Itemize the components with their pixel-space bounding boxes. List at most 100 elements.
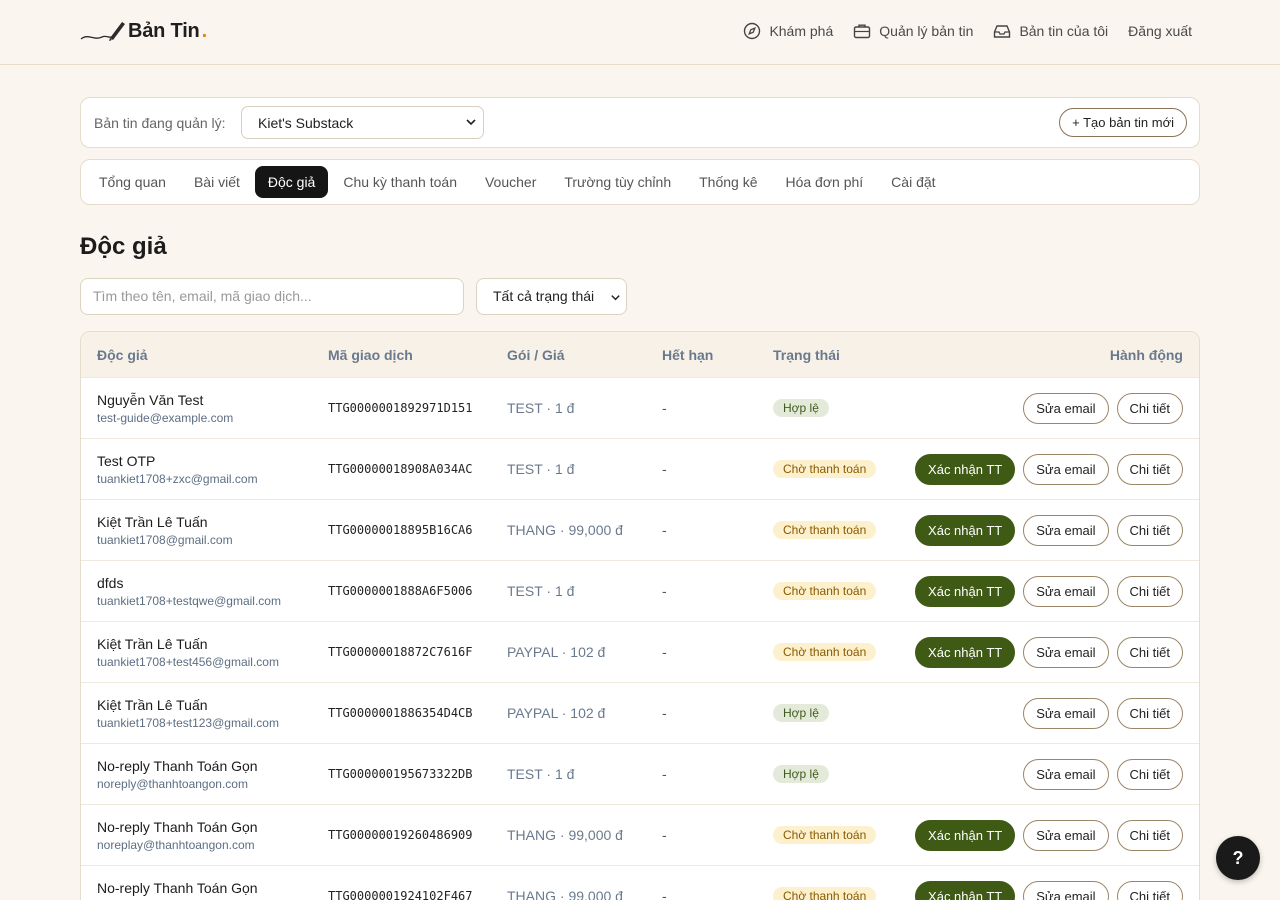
table-row: No-reply Thanh Toán Gọn TTG0000001924102F… <box>81 865 1199 900</box>
edit-email-button[interactable]: Sửa email <box>1023 576 1109 607</box>
column-header-txn: Mã giao dịch <box>328 347 413 363</box>
edit-email-button[interactable]: Sửa email <box>1023 515 1109 546</box>
edit-email-button[interactable]: Sửa email <box>1023 881 1109 900</box>
expiry-date: - <box>662 705 667 721</box>
create-newsletter-button[interactable]: + Tạo bản tin mới <box>1059 108 1187 137</box>
edit-email-button[interactable]: Sửa email <box>1023 637 1109 668</box>
table-row: No-reply Thanh Toán Gọn noreply@thanhtoan… <box>81 743 1199 804</box>
table-row: No-reply Thanh Toán Gọn noreplay@thanhtoa… <box>81 804 1199 865</box>
reader-email: noreply@thanhtoangon.com <box>97 777 248 791</box>
expiry-date: - <box>662 888 667 900</box>
section-tabs: Tổng quan Bài viết Độc giả Chu kỳ thanh toá… <box>80 159 1200 205</box>
edit-email-button[interactable]: Sửa email <box>1023 820 1109 851</box>
detail-button[interactable]: Chi tiết <box>1116 698 1183 729</box>
newsletter-manager-card: Bản tin đang quản lý: Kiet's Substack + … <box>80 97 1200 148</box>
nav-manage-newsletter[interactable]: Quản lý bản tin <box>853 22 973 40</box>
table-header: Độc giả Mã giao dịch Gói / Giá Hết hạn T… <box>81 332 1199 377</box>
nav-logout-label: Đăng xuất <box>1128 23 1192 39</box>
reader-name: dfds <box>97 575 124 591</box>
reader-name: Test OTP <box>97 453 156 469</box>
reader-name: No-reply Thanh Toán Gọn <box>97 880 258 896</box>
table-row: Kiệt Trần Lê Tuấn tuankiet1708@gmail.com T… <box>81 499 1199 560</box>
confirm-payment-button[interactable]: Xác nhận TT <box>915 454 1016 485</box>
column-header-plan: Gói / Giá <box>507 347 565 363</box>
edit-email-button[interactable]: Sửa email <box>1023 698 1109 729</box>
reader-name: Kiệt Trần Lê Tuấn <box>97 697 208 713</box>
readers-table: Độc giả Mã giao dịch Gói / Giá Hết hạn T… <box>80 331 1200 900</box>
newsletter-select[interactable]: Kiet's Substack <box>241 106 484 139</box>
help-button[interactable]: ? <box>1216 836 1260 880</box>
confirm-payment-button[interactable]: Xác nhận TT <box>915 637 1016 668</box>
row-actions: Xác nhận TT Sửa email Chi tiết <box>915 881 1183 900</box>
brand-name: Bản Tin <box>128 19 200 42</box>
reader-name: Kiệt Trần Lê Tuấn <box>97 514 208 530</box>
search-input[interactable]: Tìm theo tên, email, mã giao dịch... <box>80 278 464 315</box>
top-bar: Bản Tin. Khám phá Quản lý bản tin Bản ti… <box>0 0 1280 65</box>
confirm-payment-button[interactable]: Xác nhận TT <box>915 576 1016 607</box>
transaction-code: TTG00000018872C7616F <box>328 645 473 659</box>
confirm-payment-button[interactable]: Xác nhận TT <box>915 820 1016 851</box>
status-filter-select[interactable]: Tất cả trạng thái <box>476 278 627 315</box>
detail-button[interactable]: Chi tiết <box>1116 881 1183 900</box>
detail-button[interactable]: Chi tiết <box>1116 515 1183 546</box>
status-filter-value: Tất cả trạng thái <box>493 288 595 304</box>
tab-item[interactable]: Chu kỳ thanh toán <box>330 166 470 198</box>
nav-explore-label: Khám phá <box>769 23 834 39</box>
table-row: dfds tuankiet1708+testqwe@gmail.com TTG000… <box>81 560 1199 621</box>
status-badge: Chờ thanh toán <box>773 643 877 661</box>
detail-button[interactable]: Chi tiết <box>1116 820 1183 851</box>
reader-email: tuankiet1708+test123@gmail.com <box>97 716 279 730</box>
nav-manage-label: Quản lý bản tin <box>879 23 974 39</box>
detail-button[interactable]: Chi tiết <box>1116 393 1183 424</box>
transaction-code: TTG00000018908A034AC <box>328 462 473 476</box>
edit-email-button[interactable]: Sửa email <box>1023 454 1109 485</box>
newsletter-manager-label: Bản tin đang quản lý: <box>94 115 226 131</box>
chevron-down-icon <box>611 295 620 301</box>
brand-logo[interactable]: Bản Tin. <box>80 19 207 43</box>
tab-item[interactable]: Bài viết <box>181 166 253 198</box>
plan-price: TEST · 1 đ <box>507 766 575 782</box>
tab-item[interactable]: Thống kê <box>686 166 770 198</box>
column-header-reader: Độc giả <box>97 347 148 363</box>
compass-icon <box>744 22 761 40</box>
briefcase-icon <box>854 24 871 39</box>
plan-price: PAYPAL · 102 đ <box>507 705 606 721</box>
detail-button[interactable]: Chi tiết <box>1116 759 1183 790</box>
confirm-payment-button[interactable]: Xác nhận TT <box>915 515 1016 546</box>
reader-email: tuankiet1708+zxc@gmail.com <box>97 472 258 486</box>
row-actions: Xác nhận TT Sửa email Chi tiết <box>915 576 1183 607</box>
status-badge: Chờ thanh toán <box>773 582 877 600</box>
tab-item[interactable]: Voucher <box>472 166 549 198</box>
plan-price: TEST · 1 đ <box>507 461 575 477</box>
row-actions: Xác nhận TT Sửa email Chi tiết <box>915 820 1183 851</box>
row-actions: Sửa email Chi tiết <box>1023 759 1183 790</box>
detail-button[interactable]: Chi tiết <box>1116 637 1183 668</box>
tab-item[interactable]: Trường tùy chỉnh <box>551 166 684 198</box>
status-badge: Hợp lệ <box>773 399 829 417</box>
transaction-code: TTG0000001888A6F5006 <box>328 584 473 598</box>
tab-item[interactable]: Tổng quan <box>86 166 179 198</box>
status-badge: Hợp lệ <box>773 765 829 783</box>
plan-price: PAYPAL · 102 đ <box>507 644 606 660</box>
table-row: Test OTP tuankiet1708+zxc@gmail.com TTG000… <box>81 438 1199 499</box>
detail-button[interactable]: Chi tiết <box>1116 576 1183 607</box>
edit-email-button[interactable]: Sửa email <box>1023 393 1109 424</box>
detail-button[interactable]: Chi tiết <box>1116 454 1183 485</box>
nav-logout[interactable]: Đăng xuất <box>1128 23 1192 39</box>
confirm-payment-button[interactable]: Xác nhận TT <box>915 881 1016 900</box>
status-badge: Chờ thanh toán <box>773 521 877 539</box>
plan-price: THANG · 99,000 đ <box>507 888 623 900</box>
plan-price: TEST · 1 đ <box>507 583 575 599</box>
reader-email: tuankiet1708+testqwe@gmail.com <box>97 594 281 608</box>
reader-name: No-reply Thanh Toán Gọn <box>97 819 258 835</box>
nav-explore[interactable]: Khám phá <box>743 22 833 40</box>
expiry-date: - <box>662 400 667 416</box>
tab-item[interactable]: Độc giả <box>254 166 329 198</box>
tab-item[interactable]: Cài đặt <box>878 166 948 198</box>
edit-email-button[interactable]: Sửa email <box>1023 759 1109 790</box>
expiry-date: - <box>662 522 667 538</box>
nav-my-newsletters[interactable]: Bản tin của tôi <box>993 22 1108 40</box>
reader-name: Kiệt Trần Lê Tuấn <box>97 636 208 652</box>
tab-item[interactable]: Hóa đơn phí <box>772 166 876 198</box>
column-header-status: Trạng thái <box>773 347 840 363</box>
